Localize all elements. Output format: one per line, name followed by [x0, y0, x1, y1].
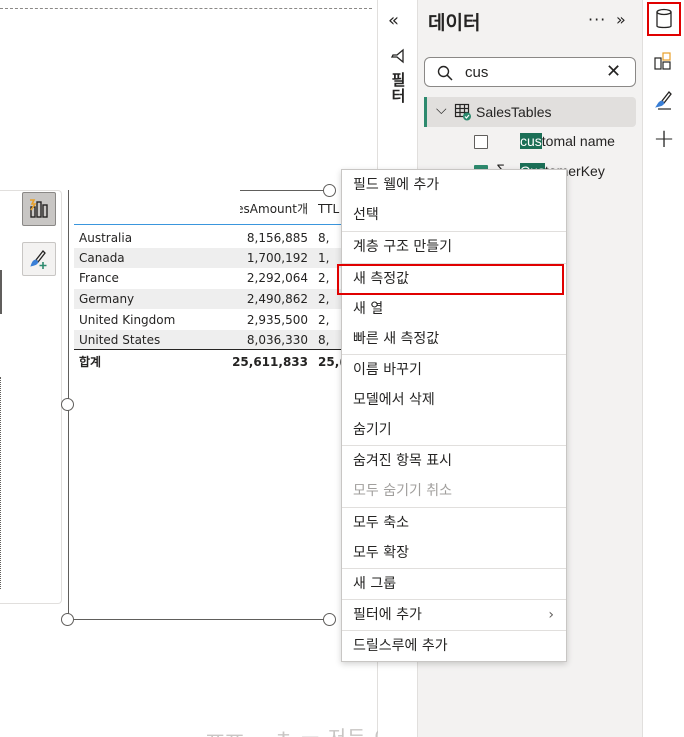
resize-handle-top[interactable]: [323, 184, 336, 197]
row-country: Canada: [79, 251, 125, 265]
field-label-rest: tomal name: [541, 133, 615, 149]
expand-filter-pane-icon[interactable]: «: [388, 10, 399, 31]
menu-item-collapse-all[interactable]: 모두 축소: [342, 508, 566, 538]
menu-item-unhide-all: 모두 숨기기 취소: [353, 483, 453, 499]
report-canvas[interactable]: SalesAmount개 TTL Australia 8,156,885 8, …: [0, 0, 412, 737]
row-country: United States: [79, 333, 161, 347]
total-label: 합계: [79, 355, 102, 369]
field-checkbox[interactable]: [474, 135, 488, 149]
menu-item-rename[interactable]: 이름 바꾸기: [342, 355, 566, 385]
build-visual-button[interactable]: [22, 192, 56, 226]
menu-item-add-to-drillthrough[interactable]: 드릴스루에 추가: [342, 631, 566, 661]
row-country: Germany: [79, 292, 135, 306]
chevron-right-icon: ›: [548, 607, 554, 623]
collapse-data-pane-icon[interactable]: »: [616, 10, 626, 29]
table-accent-bar: [424, 97, 427, 127]
table-row[interactable]: United Kingdom 2,935,500 2,: [74, 310, 344, 330]
filter-icon: [390, 48, 404, 64]
row-amount: 2,935,500: [246, 313, 308, 327]
search-match: cus: [520, 133, 542, 149]
viz-strip-indicator: [0, 270, 2, 314]
menu-item-add-to-filters[interactable]: 필터에 추가 ›: [342, 600, 566, 630]
powerbi-window: SalesAmount개 TTL Australia 8,156,885 8, …: [0, 0, 684, 737]
menu-item-delete-from-model[interactable]: 모델에서 삭제: [342, 385, 566, 415]
table-row[interactable]: United States 8,036,330 8,: [74, 330, 344, 350]
total-amount: 25,611,833: [232, 355, 308, 369]
table-row[interactable]: Germany 2,490,862 2,: [74, 289, 344, 309]
bar-chart-icon: [30, 199, 48, 218]
menu-item-new-group[interactable]: 새 그룹: [342, 569, 566, 599]
highlight-annotation-box: [337, 264, 564, 295]
paintbrush-add-icon: [30, 250, 47, 269]
search-input[interactable]: [465, 62, 595, 82]
pane-switcher-rail: +: [642, 0, 684, 737]
resize-handle-left[interactable]: [61, 398, 74, 411]
column-header-amount[interactable]: SalesAmount개: [240, 198, 308, 222]
menu-item-select[interactable]: 선택: [342, 200, 566, 230]
row-amount: 2,292,064: [246, 271, 308, 285]
field-label: customal name: [520, 133, 615, 149]
search-box[interactable]: ✕: [424, 57, 636, 87]
database-icon: [656, 8, 672, 29]
paintbrush-icon: [655, 91, 672, 110]
header-divider: [74, 224, 344, 225]
search-icon: [437, 65, 453, 81]
menu-item-label: 필터에 추가: [353, 607, 422, 623]
menu-item-quick-measure[interactable]: 빠른 새 측정값: [342, 324, 566, 354]
row-country: Australia: [79, 231, 133, 245]
chevron-down-icon[interactable]: ⌵: [436, 102, 447, 118]
format-visual-button[interactable]: [22, 242, 56, 276]
filter-pane-label[interactable]: 필터: [388, 72, 409, 104]
resize-handle-bottom-left[interactable]: [61, 613, 74, 626]
row-country: France: [79, 271, 119, 285]
menu-item-new-column[interactable]: 새 열: [342, 294, 566, 324]
table-icon: [454, 103, 471, 121]
more-options-icon[interactable]: ···: [588, 10, 606, 29]
canvas-top-border: [0, 8, 372, 9]
table-row[interactable]: France 2,292,064 2,: [74, 268, 344, 288]
add-pane-button[interactable]: +: [647, 122, 681, 156]
row-amount: 8,036,330: [246, 333, 308, 347]
model-view-button[interactable]: [647, 44, 681, 78]
resize-handle-bottom[interactable]: [323, 613, 336, 626]
menu-item-hide[interactable]: 숨기기: [342, 415, 566, 445]
row-amount: 1,700,192: [246, 251, 308, 265]
clear-search-icon[interactable]: ✕: [606, 61, 621, 82]
row-amount: 2,490,862: [246, 292, 308, 306]
menu-item-create-hierarchy[interactable]: 계층 구조 만들기: [342, 232, 566, 262]
row-amount: 8,156,885: [246, 231, 308, 245]
total-row: 합계 25,611,833 25,(: [74, 349, 344, 373]
row-country: United Kingdom: [79, 313, 176, 327]
data-pane-title: 데이터: [428, 12, 481, 34]
table-row[interactable]: Canada 1,700,192 1,: [74, 248, 344, 268]
field-customal-name[interactable]: customal name: [468, 131, 638, 155]
menu-item-add-to-well[interactable]: 필드 웰에 추가: [342, 170, 566, 200]
viz-strip-dotted-line: [0, 377, 2, 589]
context-menu: 필드 웰에 추가 선택 계층 구조 만들기 새 측정값 새 열 빠른 새 측정값…: [341, 169, 567, 662]
field-table-salestables[interactable]: ⌵ SalesTables: [424, 97, 636, 127]
model-icon: [654, 52, 671, 70]
table-name: SalesTables: [476, 104, 552, 120]
menu-item-show-hidden[interactable]: 숨겨진 항목 표시: [342, 446, 566, 476]
table-row[interactable]: Australia 8,156,885 8,: [74, 228, 344, 248]
menu-item-expand-all[interactable]: 모두 확장: [342, 538, 566, 568]
data-pane-button[interactable]: [647, 2, 681, 36]
format-pane-button[interactable]: [647, 84, 681, 118]
